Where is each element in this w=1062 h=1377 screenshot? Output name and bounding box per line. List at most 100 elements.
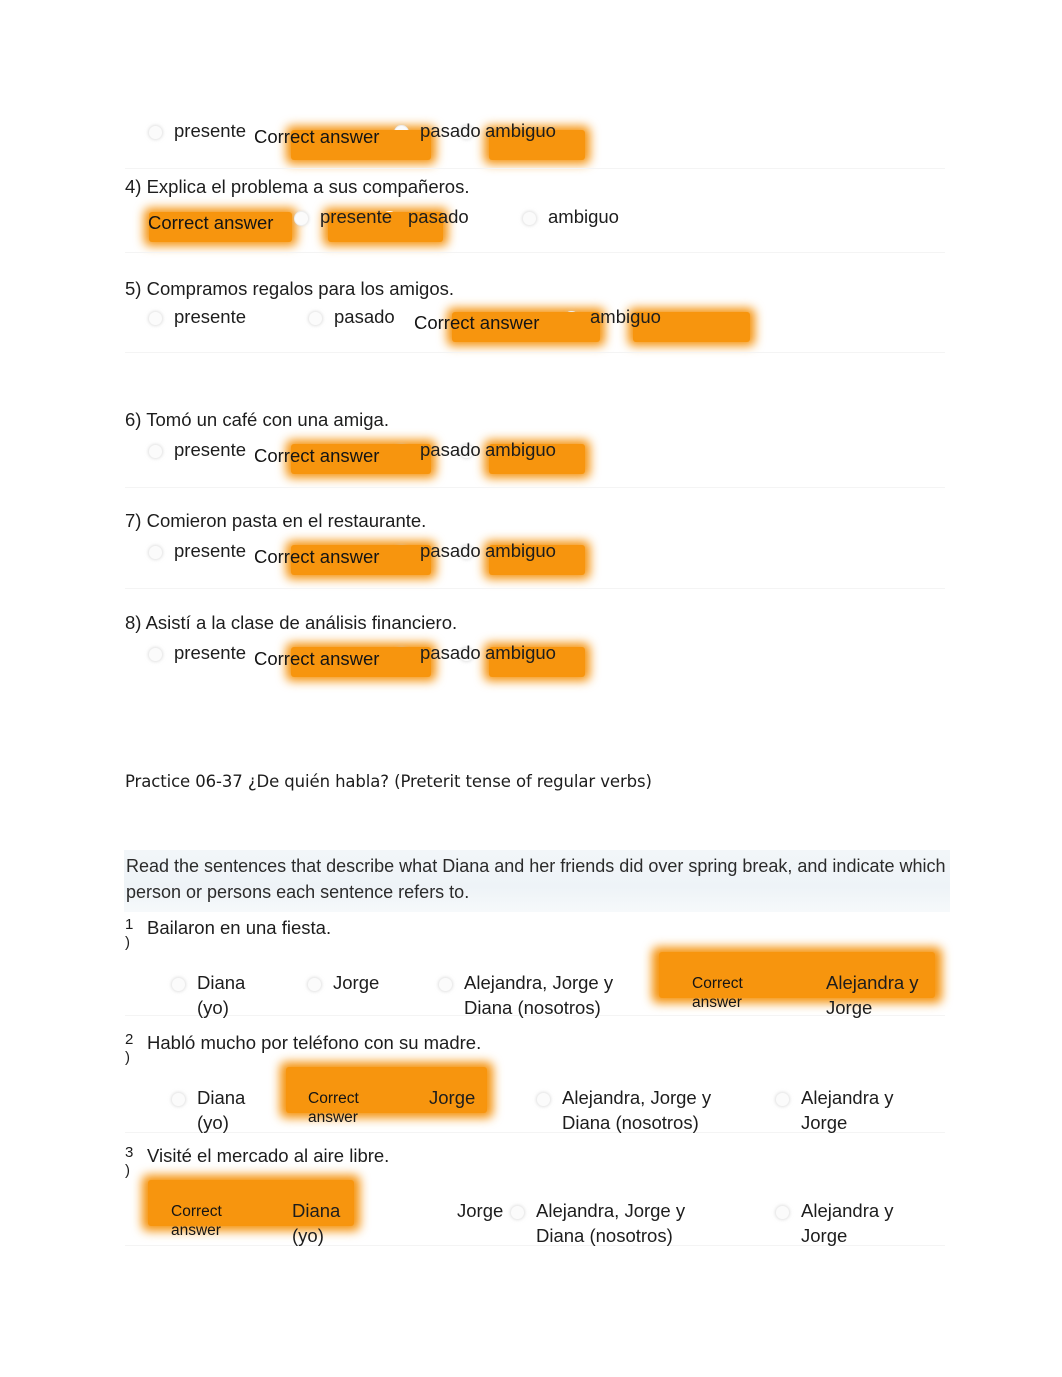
radio-icon[interactable] [510, 1205, 525, 1220]
correct-answer-badge: Correct answer [254, 546, 380, 567]
question-row-5: 5) Compramos regalos para los amigos. pr… [125, 276, 945, 353]
radio-icon[interactable] [148, 311, 163, 326]
question-stem: 8) Asistí a la clase de análisis financi… [125, 612, 458, 633]
option-jorge[interactable]: Jorge [307, 970, 379, 995]
question-stem: 6) Tomó un café con una amiga. [125, 409, 389, 430]
question-stem: 7) Comieron pasta en el restaurante. [125, 510, 427, 531]
option-presente[interactable]: Correct answer presente [148, 204, 392, 233]
correct-answer-badge: Correct answer [692, 975, 743, 1011]
option-ambiguo[interactable]: ambiguo [522, 204, 619, 229]
option-presente[interactable]: presente [148, 538, 254, 563]
option-label: pasado [420, 540, 481, 561]
document-page: presente Correct answer pasado ambiguo 4… [0, 0, 1062, 1377]
correct-answer-badge: Correct answer [308, 1090, 359, 1126]
radio-icon[interactable] [308, 311, 323, 326]
radio-icon[interactable] [148, 647, 163, 662]
question-row-partial: presente Correct answer pasado ambiguo [125, 118, 945, 169]
question-stem: Habló mucho por teléfono con su madre. [147, 1032, 482, 1053]
option-label: Alejandra, Jorge y Diana (nosotros) [536, 1200, 686, 1246]
option-label: ambiguo [485, 540, 556, 561]
option-jorge[interactable]: Jorge [431, 1198, 503, 1223]
option-label: ambiguo [485, 642, 556, 663]
question-number: 1 [125, 916, 134, 933]
option-label: pasado [334, 306, 395, 327]
correct-answer-badge: Correct answer [254, 126, 380, 147]
correct-answer-badge: Correct answer [254, 648, 380, 669]
question-number-paren: ) [125, 934, 130, 951]
option-diana[interactable]: Diana (yo) [171, 1085, 245, 1135]
correct-answer-badge: Correct answer [171, 1203, 222, 1239]
question-row-6: 6) Tomó un café con una amiga. presente … [125, 407, 945, 488]
question-number: 3 [125, 1144, 134, 1161]
radio-icon[interactable] [171, 1092, 186, 1107]
option-presente[interactable]: presente [148, 640, 254, 665]
option-label: Diana (yo) [292, 1200, 341, 1246]
option-label: Diana (yo) [197, 972, 246, 1018]
radio-icon[interactable] [775, 1092, 790, 1107]
section-heading: Practice 06-37 ¿De quién habla? (Preteri… [125, 772, 652, 791]
option-label: ambiguo [590, 306, 661, 327]
radio-icon[interactable] [522, 211, 537, 226]
question-stem: Bailaron en una fiesta. [147, 917, 332, 938]
option-presente[interactable]: presente [148, 437, 254, 462]
option-label: Jorge [457, 1200, 504, 1221]
question-number: 2 [125, 1031, 134, 1048]
question-row-4: 4) Explica el problema a sus compañeros.… [125, 174, 945, 253]
option-label: Alejandra, Jorge y Diana (nosotros) [464, 972, 614, 1018]
option-nosotros[interactable]: Alejandra, Jorge y Diana (nosotros) [438, 970, 613, 1020]
option-label: presente [174, 306, 246, 327]
question-stem: 4) Explica el problema a sus compañeros. [125, 176, 470, 197]
option-label: Alejandra y Jorge [801, 1200, 894, 1246]
option-pasado[interactable]: Correct answer pasado [254, 538, 481, 567]
option-alejandra-jorge[interactable]: Alejandra y Jorge [775, 1198, 894, 1248]
option-pasado[interactable]: Correct answer pasado [254, 640, 481, 669]
question-row-7: 7) Comieron pasta en el restaurante. pre… [125, 508, 945, 589]
radio-icon[interactable] [431, 1205, 446, 1220]
option-label: Jorge [333, 972, 380, 993]
question-stem: 5) Compramos regalos para los amigos. [125, 278, 455, 299]
question2-row-1: 1 ) Bailaron en una fiesta. Diana (yo) J… [125, 915, 945, 1018]
option-label: ambiguo [485, 439, 556, 460]
question-row-8: 8) Asistí a la clase de análisis financi… [125, 610, 945, 686]
option-label: presente [174, 120, 246, 141]
option-presente[interactable]: presente [148, 304, 308, 329]
radio-icon[interactable] [307, 977, 322, 992]
correct-answer-badge: Correct answer [148, 212, 274, 233]
option-label: Alejandra, Jorge y Diana (nosotros) [562, 1087, 712, 1133]
option-label: presente [320, 206, 392, 227]
radio-icon[interactable] [294, 211, 309, 226]
correct-answer-badge: Correct answer [414, 312, 540, 333]
option-label: Jorge [429, 1087, 476, 1108]
option-pasado[interactable]: Correct answer pasado [254, 118, 481, 147]
option-nosotros[interactable]: Alejandra, Jorge y Diana (nosotros) [510, 1198, 685, 1248]
option-alejandra-jorge[interactable]: Alejandra y Jorge [775, 1085, 894, 1135]
option-presente[interactable]: presente [148, 118, 254, 143]
option-label: presente [174, 439, 246, 460]
question-stem: Visité el mercado al aire libre. [147, 1145, 390, 1166]
option-label: pasado [420, 120, 481, 141]
radio-icon[interactable] [171, 977, 186, 992]
option-label: Alejandra y Jorge [826, 972, 919, 1018]
option-label: presente [174, 540, 246, 561]
option-pasado[interactable]: Correct answer pasado [254, 437, 481, 466]
option-label: ambiguo [548, 206, 619, 227]
radio-icon[interactable] [148, 545, 163, 560]
option-diana[interactable]: Diana (yo) [171, 970, 245, 1020]
radio-icon[interactable] [148, 444, 163, 459]
option-label: presente [174, 642, 246, 663]
option-label: pasado [408, 206, 469, 227]
correct-answer-badge: Correct answer [254, 445, 380, 466]
option-label: ambiguo [485, 120, 556, 141]
option-pasado[interactable]: pasado [308, 304, 414, 329]
option-label: pasado [420, 642, 481, 663]
instructions-box: Read the sentences that describe what Di… [124, 850, 950, 912]
option-nosotros[interactable]: Alejandra, Jorge y Diana (nosotros) [536, 1085, 711, 1135]
radio-icon[interactable] [536, 1092, 551, 1107]
radio-icon[interactable] [775, 1205, 790, 1220]
question-number-paren: ) [125, 1049, 130, 1066]
question-number-paren: ) [125, 1162, 130, 1179]
radio-icon[interactable] [148, 125, 163, 140]
question2-row-2: 2 ) Habló mucho por teléfono con su madr… [125, 1030, 945, 1133]
radio-icon[interactable] [438, 977, 453, 992]
option-label: Diana (yo) [197, 1087, 246, 1133]
